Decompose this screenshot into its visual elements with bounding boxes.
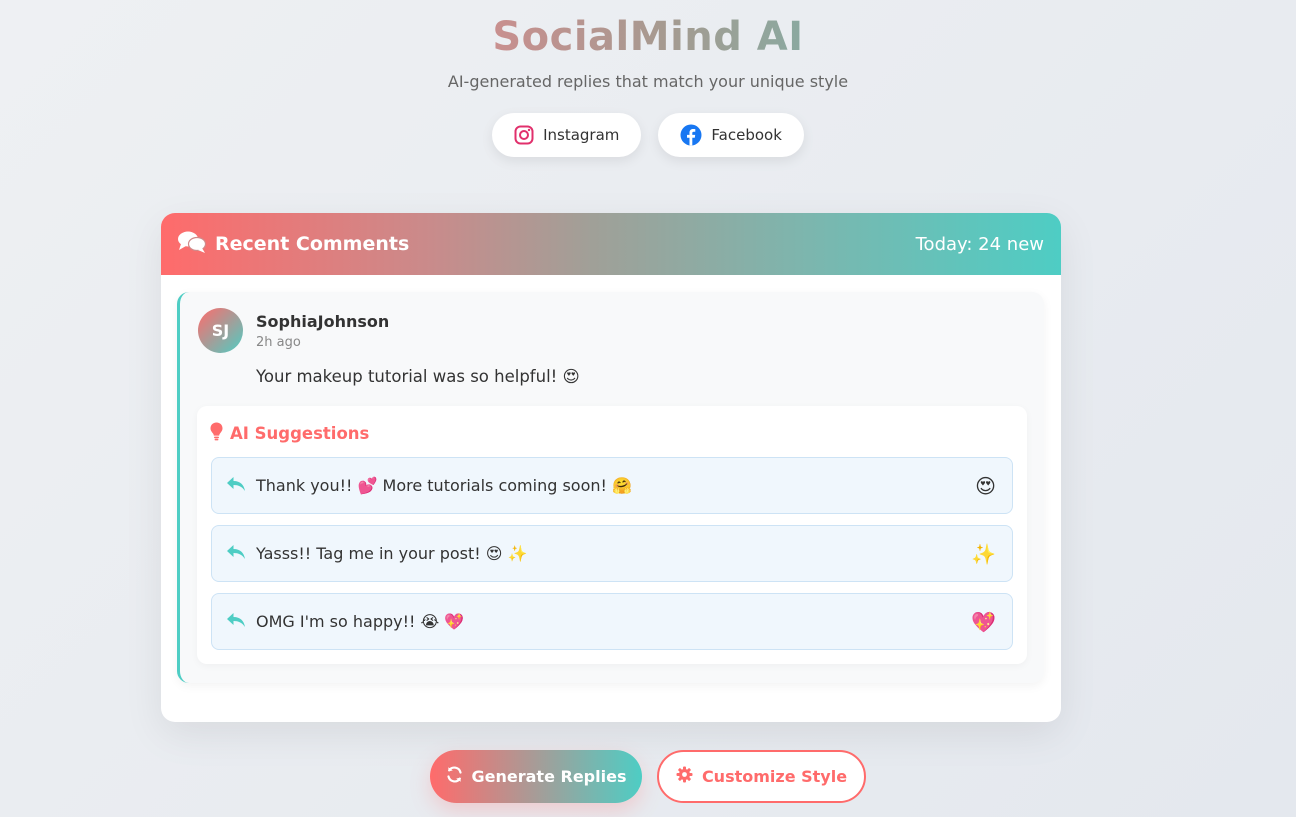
suggestion-text: Yasss!! Tag me in your post! 😍 ✨	[256, 544, 528, 563]
suggestion-emoji: ✨	[971, 541, 996, 566]
suggestion-item[interactable]: Yasss!! Tag me in your post! 😍 ✨ ✨	[211, 525, 1013, 582]
facebook-icon	[680, 124, 702, 146]
generate-replies-label: Generate Replies	[471, 767, 627, 786]
reply-icon	[226, 544, 246, 564]
app-subtitle: AI-generated replies that match your uni…	[447, 72, 849, 91]
comments-icon	[177, 230, 207, 258]
card-title: Recent Comments	[215, 233, 410, 255]
app-title: SocialMind AI	[492, 14, 804, 60]
avatar: SJ	[198, 308, 243, 353]
reply-icon	[226, 612, 246, 632]
comment-text: Your makeup tutorial was so helpful! 😍	[256, 367, 580, 386]
suggestion-item[interactable]: OMG I'm so happy!! 😭 💖 💖	[211, 593, 1013, 650]
facebook-label: Facebook	[711, 126, 782, 144]
recent-comments-card: Recent Comments Today: 24 new SJ SophiaJ…	[161, 213, 1061, 722]
suggestion-emoji: 💖	[971, 609, 996, 634]
facebook-button[interactable]: Facebook	[658, 113, 804, 157]
generate-replies-button[interactable]: Generate Replies	[430, 750, 642, 803]
customize-style-button[interactable]: Customize Style	[657, 750, 866, 803]
ai-suggestions-heading: AI Suggestions	[210, 422, 369, 445]
gear-icon	[676, 766, 693, 787]
instagram-button[interactable]: Instagram	[492, 113, 642, 157]
card-header: Recent Comments Today: 24 new	[161, 213, 1061, 275]
comment-username: SophiaJohnson	[256, 312, 390, 331]
suggestion-text: OMG I'm so happy!! 😭 💖	[256, 612, 465, 631]
suggestion-emoji: 😍	[975, 473, 996, 498]
new-comments-count: Today: 24 new	[915, 233, 1044, 255]
comment-timestamp: 2h ago	[256, 335, 301, 350]
platform-selector: Instagram Facebook	[0, 113, 1296, 157]
instagram-label: Instagram	[543, 126, 620, 144]
ai-suggestions-panel: AI Suggestions Thank you!! 💕 More tutori…	[197, 406, 1027, 664]
comment-item: SJ SophiaJohnson 2h ago Your makeup tuto…	[177, 292, 1044, 683]
sync-icon	[446, 766, 463, 787]
instagram-icon	[514, 125, 534, 145]
suggestion-item[interactable]: Thank you!! 💕 More tutorials coming soon…	[211, 457, 1013, 514]
ai-suggestions-title: AI Suggestions	[230, 424, 370, 443]
lightbulb-icon	[210, 422, 223, 445]
action-bar: Generate Replies Customize Style	[0, 750, 1296, 803]
customize-style-label: Customize Style	[701, 767, 848, 786]
suggestion-text: Thank you!! 💕 More tutorials coming soon…	[256, 476, 632, 495]
reply-icon	[226, 476, 246, 496]
